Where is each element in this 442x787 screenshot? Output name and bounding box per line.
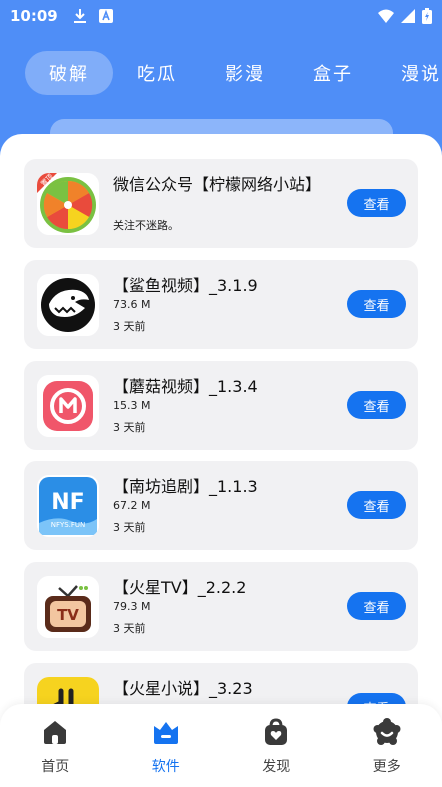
list-item[interactable]: TV 【火星TV】_2.2.2 79.3 M 3 天前 查看: [24, 562, 418, 651]
list-item[interactable]: NF NFYS.FUN 【南坊追剧】_1.1.3 67.2 M 3 天前 查看: [24, 461, 418, 550]
mushroom-m-icon: [37, 375, 99, 437]
app-size: 67.2 M: [113, 499, 151, 512]
tab-comic-novel[interactable]: 漫说: [377, 51, 442, 95]
nav-software[interactable]: 软件: [111, 704, 222, 787]
nav-software-label: 软件: [151, 759, 180, 775]
battery-icon: [422, 8, 432, 24]
nf-icon-text: NF: [51, 490, 84, 515]
tab-video-comic[interactable]: 影漫: [201, 51, 289, 95]
discover-icon: [265, 718, 288, 745]
nav-home[interactable]: 首页: [0, 704, 111, 787]
nav-more[interactable]: 更多: [332, 704, 442, 787]
app-title: 【火星TV】_2.2.2: [113, 578, 247, 597]
app-updated: 3 天前: [113, 521, 146, 534]
wifi-icon: [378, 9, 394, 23]
app-updated: 3 天前: [113, 320, 146, 333]
nf-icon: NF NFYS.FUN: [37, 475, 99, 537]
list-item[interactable]: 【蘑菇视频】_1.3.4 15.3 M 3 天前 查看: [24, 361, 418, 450]
nav-discover-label: 发现: [262, 759, 291, 775]
list-item[interactable]: 【鲨鱼视频】_3.1.9 73.6 M 3 天前 查看: [24, 260, 418, 349]
app-size: 15.3 M: [113, 399, 151, 412]
app-notification-icon: [98, 9, 113, 23]
signal-icon: [401, 9, 415, 23]
shark-icon: [37, 274, 99, 336]
app-size: 79.3 M: [113, 600, 151, 613]
app-title: 【鲨鱼视频】_3.1.9: [113, 276, 258, 295]
download-icon: [73, 9, 86, 23]
nav-home-label: 首页: [41, 759, 70, 775]
app-description: 关注不迷路。: [113, 219, 179, 232]
tv-icon: TV: [37, 576, 99, 638]
app-list: 置顶 微信公众号【柠檬网络小站】 关注不迷路。 查看 【鲨鱼视频】_3.1.9 …: [0, 134, 442, 787]
app-title: 【火星小说】_3.23: [113, 679, 253, 698]
view-button[interactable]: 查看: [347, 592, 406, 620]
tab-crack[interactable]: 破解: [25, 51, 113, 95]
view-button[interactable]: 查看: [347, 189, 406, 217]
app-title: 【蘑菇视频】_1.3.4: [113, 377, 258, 396]
tab-box[interactable]: 盒子: [289, 51, 377, 95]
nav-more-label: 更多: [372, 759, 401, 775]
software-icon: [153, 722, 178, 744]
status-time: 10:09: [10, 7, 58, 25]
lemon-icon: 置顶: [37, 173, 99, 235]
view-button[interactable]: 查看: [347, 491, 406, 519]
nav-discover[interactable]: 发现: [221, 704, 332, 787]
tv-icon-text: TV: [57, 606, 79, 624]
tab-gossip[interactable]: 吃瓜: [113, 51, 201, 95]
status-bar: 10:09: [0, 0, 442, 32]
app-title: 【南坊追剧】_1.1.3: [113, 477, 258, 496]
home-icon: [44, 721, 67, 744]
list-item[interactable]: 置顶 微信公众号【柠檬网络小站】 关注不迷路。 查看: [24, 159, 418, 248]
view-button[interactable]: 查看: [347, 290, 406, 318]
category-tabs: 破解 吃瓜 影漫 盒子 漫说: [0, 50, 442, 96]
app-size: 73.6 M: [113, 298, 151, 311]
nf-icon-subtext: NFYS.FUN: [51, 521, 86, 529]
app-updated: 3 天前: [113, 421, 146, 434]
more-icon: [373, 718, 401, 745]
bottom-nav: 首页 软件 发现 更多: [0, 704, 442, 787]
view-button[interactable]: 查看: [347, 391, 406, 419]
app-updated: 3 天前: [113, 622, 146, 635]
app-title: 微信公众号【柠檬网络小站】: [113, 175, 322, 194]
